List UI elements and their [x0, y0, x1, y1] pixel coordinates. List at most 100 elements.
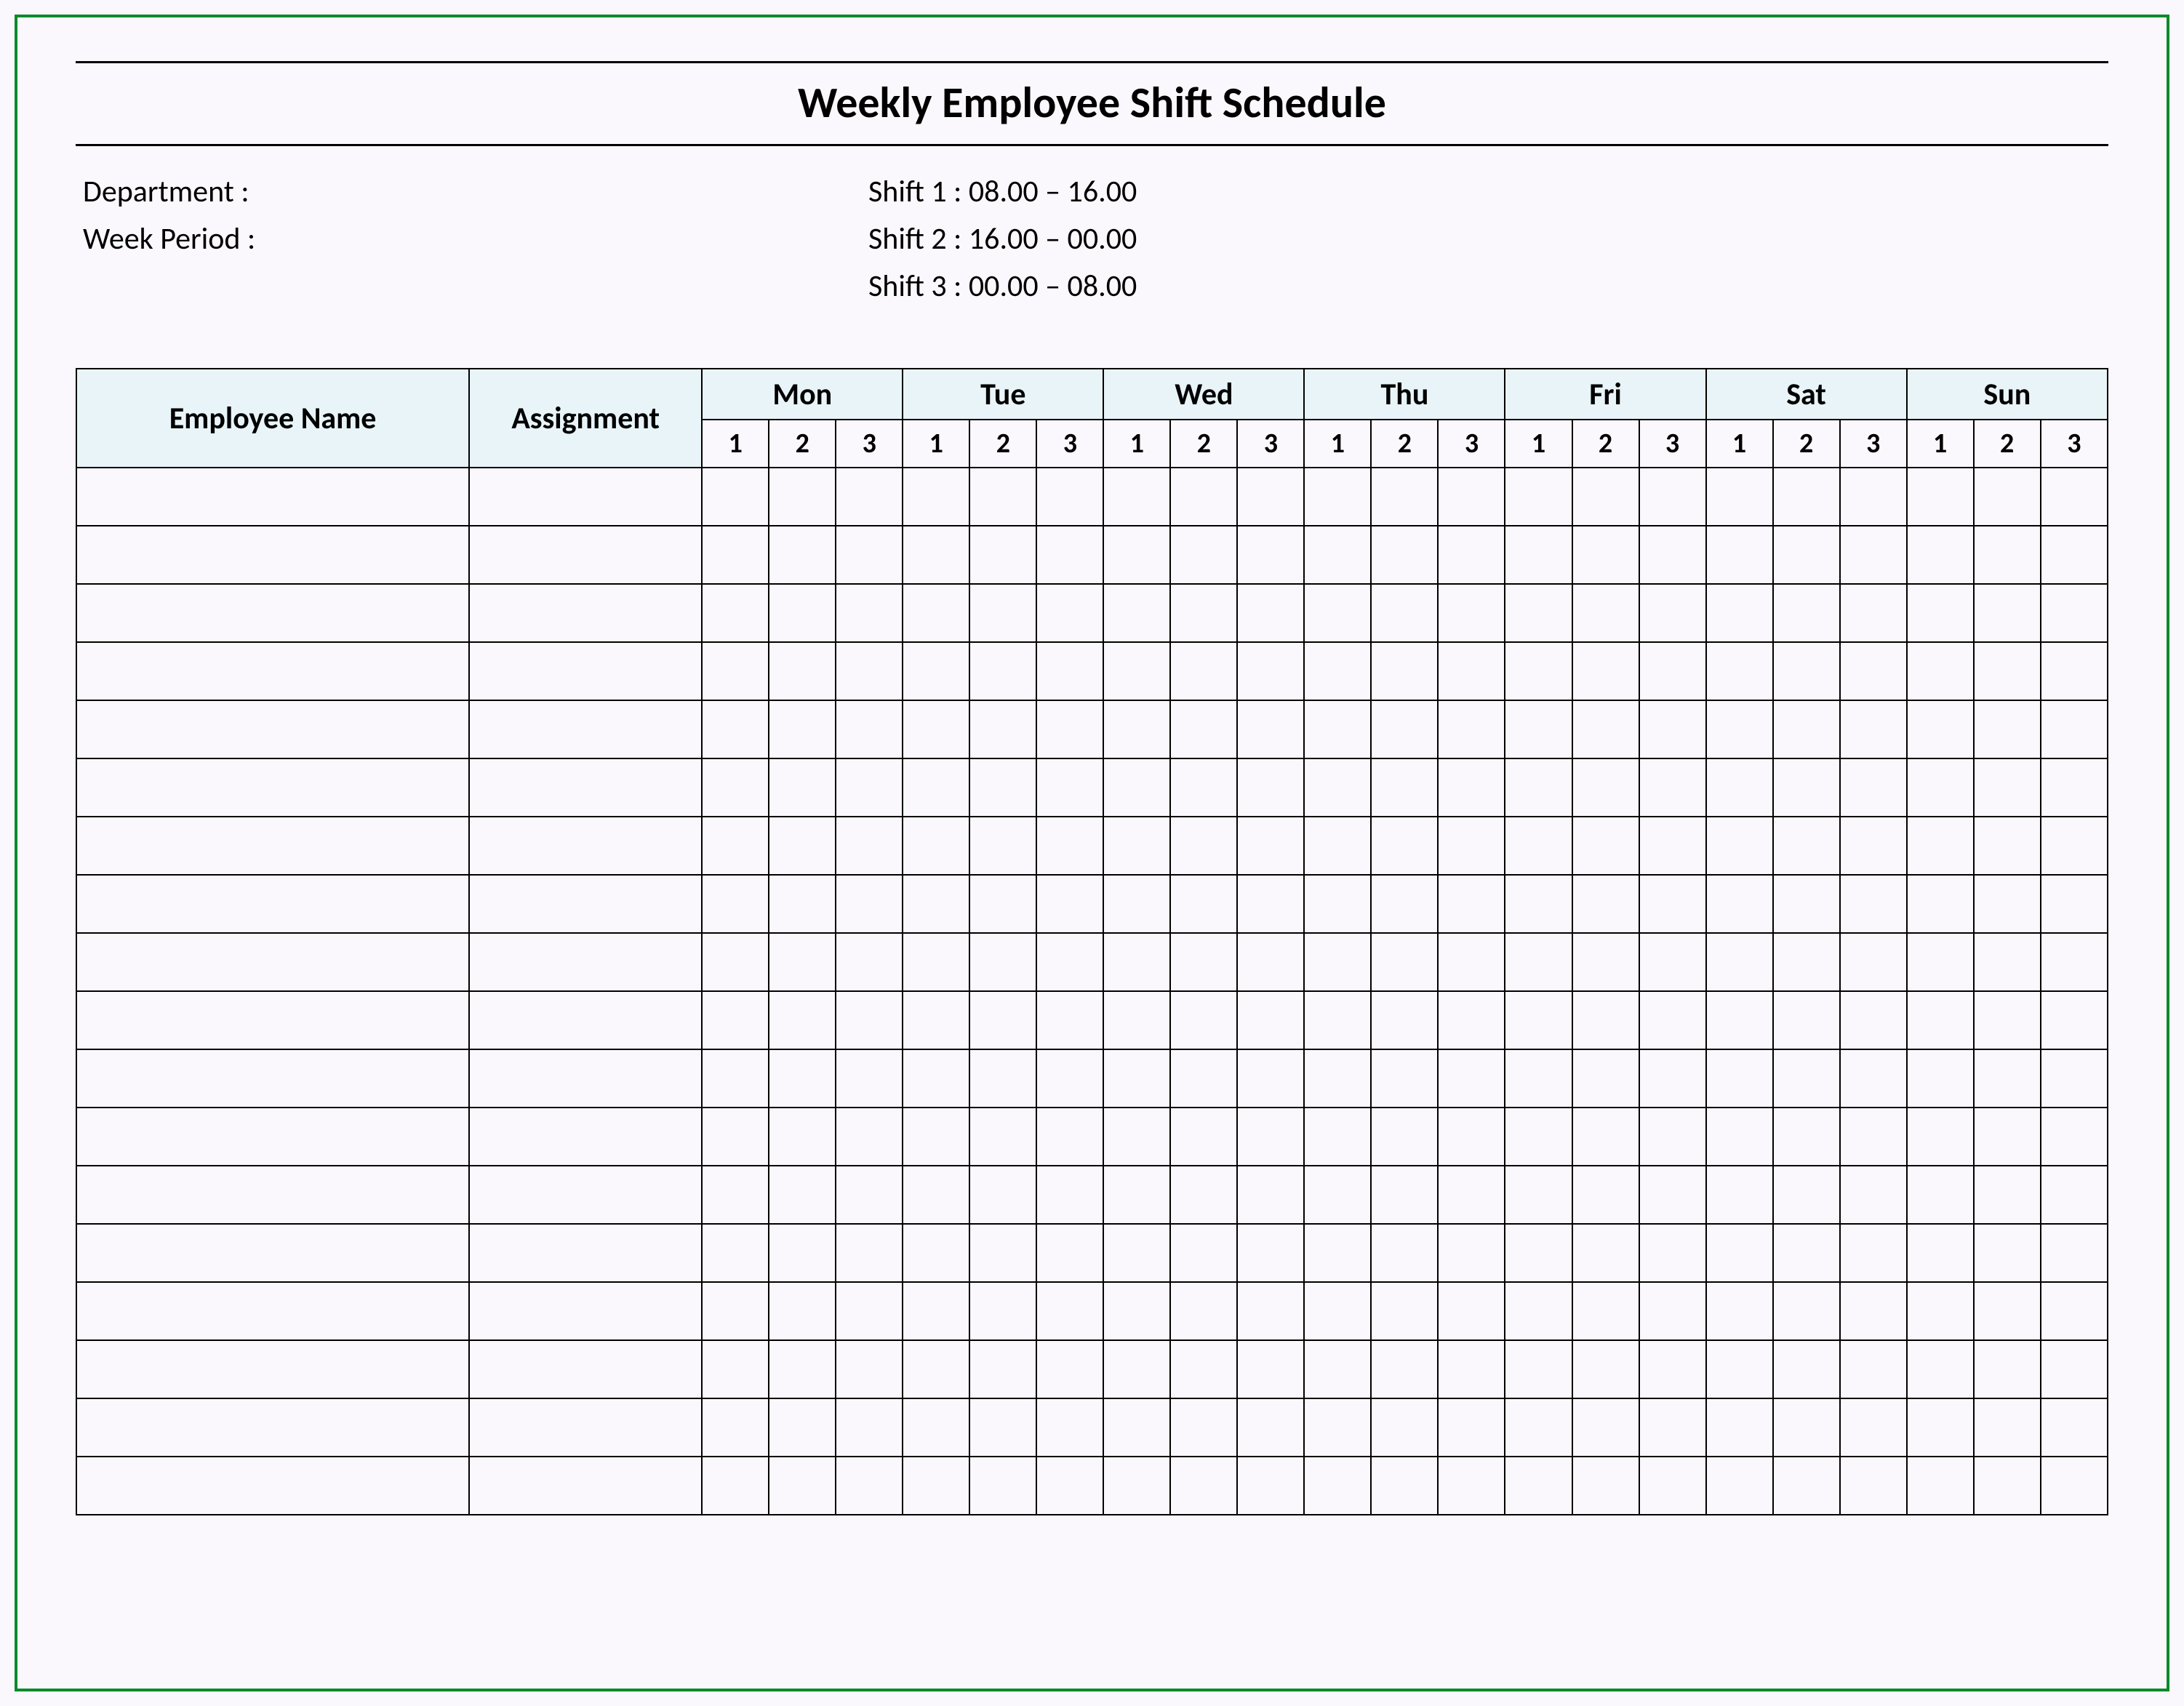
shift-cell[interactable]	[1036, 1049, 1103, 1108]
shift-cell[interactable]	[1103, 1340, 1170, 1398]
shift-cell[interactable]	[1438, 1224, 1505, 1282]
shift-cell[interactable]	[2041, 1340, 2108, 1398]
shift-cell[interactable]	[1304, 1398, 1371, 1457]
shift-cell[interactable]	[2041, 875, 2108, 933]
shift-cell[interactable]	[2041, 758, 2108, 817]
shift-cell[interactable]	[969, 1224, 1036, 1282]
shift-cell[interactable]	[1438, 817, 1505, 875]
shift-cell[interactable]	[769, 526, 836, 584]
shift-cell[interactable]	[1907, 1340, 1974, 1398]
shift-cell[interactable]	[1036, 1282, 1103, 1340]
shift-cell[interactable]	[1840, 1166, 1907, 1224]
shift-cell[interactable]	[1036, 933, 1103, 991]
shift-cell[interactable]	[1505, 991, 1572, 1049]
shift-cell[interactable]	[1572, 1398, 1639, 1457]
shift-cell[interactable]	[1639, 1108, 1706, 1166]
shift-cell[interactable]	[1237, 1282, 1304, 1340]
shift-cell[interactable]	[1170, 875, 1237, 933]
shift-cell[interactable]	[903, 1457, 969, 1515]
shift-cell[interactable]	[1304, 1282, 1371, 1340]
shift-cell[interactable]	[903, 817, 969, 875]
shift-cell[interactable]	[903, 1224, 969, 1282]
shift-cell[interactable]	[836, 1457, 903, 1515]
shift-cell[interactable]	[903, 526, 969, 584]
shift-cell[interactable]	[1572, 817, 1639, 875]
shift-cell[interactable]	[903, 758, 969, 817]
shift-cell[interactable]	[1840, 1049, 1907, 1108]
shift-cell[interactable]	[1438, 933, 1505, 991]
shift-cell[interactable]	[2041, 584, 2108, 642]
assignment-cell[interactable]	[469, 1340, 702, 1398]
shift-cell[interactable]	[1237, 758, 1304, 817]
shift-cell[interactable]	[836, 1224, 903, 1282]
shift-cell[interactable]	[1773, 1340, 1840, 1398]
shift-cell[interactable]	[1639, 875, 1706, 933]
shift-cell[interactable]	[1907, 875, 1974, 933]
shift-cell[interactable]	[1103, 584, 1170, 642]
shift-cell[interactable]	[702, 991, 769, 1049]
employee-name-cell[interactable]	[76, 991, 469, 1049]
shift-cell[interactable]	[2041, 1224, 2108, 1282]
shift-cell[interactable]	[1505, 1166, 1572, 1224]
shift-cell[interactable]	[969, 933, 1036, 991]
shift-cell[interactable]	[1304, 468, 1371, 526]
shift-cell[interactable]	[2041, 700, 2108, 758]
shift-cell[interactable]	[1438, 991, 1505, 1049]
shift-cell[interactable]	[1974, 1166, 2041, 1224]
shift-cell[interactable]	[1505, 642, 1572, 700]
shift-cell[interactable]	[903, 642, 969, 700]
shift-cell[interactable]	[836, 584, 903, 642]
shift-cell[interactable]	[836, 700, 903, 758]
shift-cell[interactable]	[969, 1398, 1036, 1457]
shift-cell[interactable]	[1103, 700, 1170, 758]
shift-cell[interactable]	[1371, 1166, 1438, 1224]
shift-cell[interactable]	[1438, 758, 1505, 817]
assignment-cell[interactable]	[469, 700, 702, 758]
shift-cell[interactable]	[1974, 933, 2041, 991]
shift-cell[interactable]	[1773, 1282, 1840, 1340]
shift-cell[interactable]	[836, 1398, 903, 1457]
assignment-cell[interactable]	[469, 584, 702, 642]
shift-cell[interactable]	[1907, 1282, 1974, 1340]
shift-cell[interactable]	[1572, 584, 1639, 642]
shift-cell[interactable]	[1974, 584, 2041, 642]
shift-cell[interactable]	[1371, 526, 1438, 584]
shift-cell[interactable]	[1974, 1224, 2041, 1282]
shift-cell[interactable]	[1706, 1398, 1773, 1457]
shift-cell[interactable]	[1304, 700, 1371, 758]
shift-cell[interactable]	[1907, 1166, 1974, 1224]
shift-cell[interactable]	[1639, 642, 1706, 700]
shift-cell[interactable]	[1103, 1224, 1170, 1282]
shift-cell[interactable]	[969, 700, 1036, 758]
shift-cell[interactable]	[1706, 1282, 1773, 1340]
shift-cell[interactable]	[1505, 1340, 1572, 1398]
shift-cell[interactable]	[1974, 642, 2041, 700]
shift-cell[interactable]	[1572, 933, 1639, 991]
shift-cell[interactable]	[1840, 1398, 1907, 1457]
shift-cell[interactable]	[769, 1340, 836, 1398]
shift-cell[interactable]	[1170, 1398, 1237, 1457]
shift-cell[interactable]	[702, 1224, 769, 1282]
shift-cell[interactable]	[969, 1108, 1036, 1166]
employee-name-cell[interactable]	[76, 642, 469, 700]
shift-cell[interactable]	[969, 1049, 1036, 1108]
shift-cell[interactable]	[903, 1108, 969, 1166]
assignment-cell[interactable]	[469, 1457, 702, 1515]
shift-cell[interactable]	[1103, 933, 1170, 991]
shift-cell[interactable]	[1974, 526, 2041, 584]
shift-cell[interactable]	[836, 468, 903, 526]
shift-cell[interactable]	[1974, 758, 2041, 817]
employee-name-cell[interactable]	[76, 1108, 469, 1166]
shift-cell[interactable]	[903, 700, 969, 758]
shift-cell[interactable]	[1036, 642, 1103, 700]
shift-cell[interactable]	[969, 1457, 1036, 1515]
shift-cell[interactable]	[903, 584, 969, 642]
shift-cell[interactable]	[1170, 1166, 1237, 1224]
shift-cell[interactable]	[1505, 1108, 1572, 1166]
shift-cell[interactable]	[1907, 700, 1974, 758]
shift-cell[interactable]	[769, 1049, 836, 1108]
shift-cell[interactable]	[1840, 468, 1907, 526]
shift-cell[interactable]	[1505, 700, 1572, 758]
shift-cell[interactable]	[2041, 526, 2108, 584]
shift-cell[interactable]	[702, 1166, 769, 1224]
